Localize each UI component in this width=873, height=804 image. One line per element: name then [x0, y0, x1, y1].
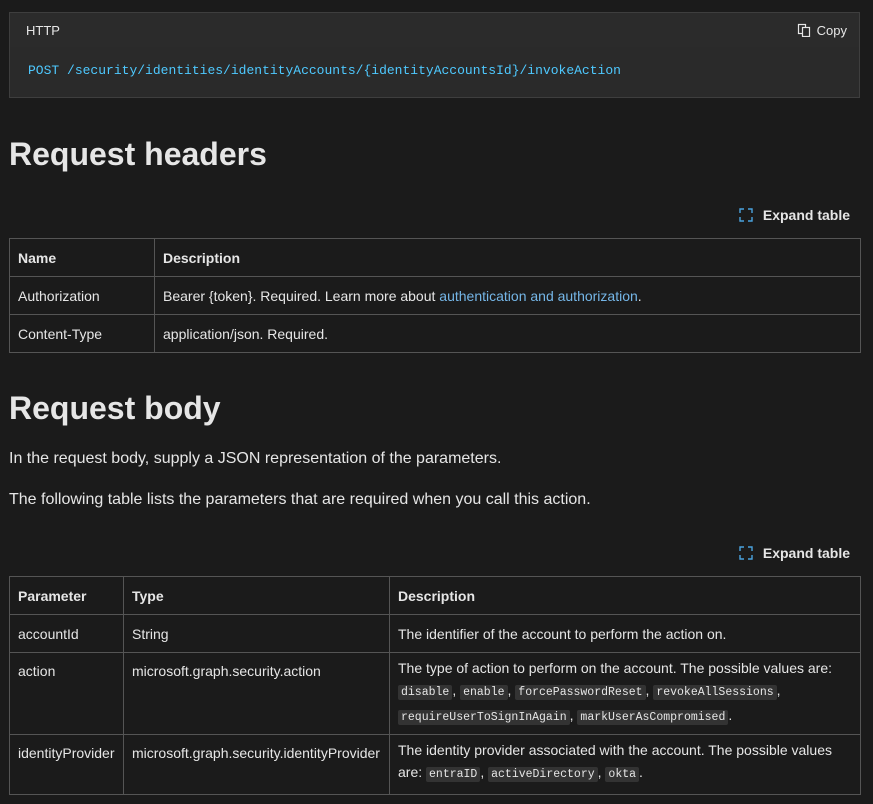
copy-label: Copy [816, 22, 847, 38]
header-name: Authorization [9, 276, 155, 315]
header-description: Bearer {token}. Required. Learn more abo… [154, 276, 861, 315]
value-code: okta [605, 767, 640, 782]
code-block-header: HTTP Copy [10, 13, 859, 47]
expand-icon [739, 546, 753, 560]
http-path: /security/identities/identityAccounts/{i… [67, 63, 621, 78]
request-headers-table: Name Description Authorization Bearer {t… [9, 238, 861, 353]
param-description: The identifier of the account to perform… [389, 614, 861, 653]
code-line: POST /security/identities/identityAccoun… [28, 63, 621, 78]
description-text: . [637, 287, 642, 304]
value-code: activeDirectory [488, 767, 598, 782]
value-code: disable [398, 685, 453, 700]
description-text: The type of action to perform on the acc… [398, 660, 832, 676]
table-row: action microsoft.graph.security.action T… [9, 652, 861, 735]
value-code: forcePasswordReset [515, 685, 646, 700]
value-code: entraID [426, 767, 481, 782]
param-type: String [123, 614, 390, 653]
expand-table-button[interactable]: Expand table [739, 207, 850, 223]
description-text: Bearer {token}. Required. Learn more abo… [163, 287, 440, 304]
request-headers-heading: Request headers [9, 136, 267, 172]
code-block: HTTP Copy POST /security/identities/iden… [9, 12, 860, 98]
table-row: Content-Type application/json. Required. [9, 314, 861, 353]
auth-link[interactable]: authentication and authorization [439, 288, 637, 304]
expand-table-label: Expand table [762, 545, 850, 561]
request-body-heading: Request body [9, 390, 221, 426]
table-row: accountId String The identifier of the a… [9, 614, 861, 653]
value-code: requireUserToSignInAgain [398, 710, 570, 725]
copy-icon [797, 23, 810, 37]
value-code: markUserAsCompromised [577, 710, 729, 725]
copy-button[interactable]: Copy [797, 23, 847, 38]
value-code: enable [460, 685, 508, 700]
table-header-row: Name Description [9, 238, 861, 277]
table-row: Authorization Bearer {token}. Required. … [9, 276, 861, 315]
expand-table-label: Expand table [762, 207, 850, 223]
param-name: accountId [9, 614, 124, 653]
column-header: Name [9, 238, 155, 277]
header-description: application/json. Required. [154, 314, 861, 353]
body-intro: In the request body, supply a JSON repre… [9, 450, 502, 467]
table-header-row: Parameter Type Description [9, 576, 861, 615]
http-method: POST [28, 63, 60, 78]
value-code: revokeAllSessions [653, 685, 777, 700]
parameters-table: Parameter Type Description accountId Str… [9, 576, 861, 795]
param-type: microsoft.graph.security.identityProvide… [123, 734, 390, 795]
header-name: Content-Type [9, 314, 155, 353]
expand-icon [739, 208, 753, 222]
param-name: action [9, 652, 124, 735]
param-name: identityProvider [9, 734, 124, 795]
expand-table-button-2[interactable]: Expand table [739, 545, 850, 561]
column-header: Description [389, 576, 861, 615]
column-header: Type [123, 576, 390, 615]
code-body: POST /security/identities/identityAccoun… [10, 47, 859, 97]
param-description: The type of action to perform on the acc… [389, 652, 861, 735]
column-header: Parameter [9, 576, 124, 615]
code-language-label: HTTP [26, 22, 60, 38]
table-row: identityProvider microsoft.graph.securit… [9, 734, 861, 795]
param-type: microsoft.graph.security.action [123, 652, 390, 735]
column-header: Description [154, 238, 861, 277]
param-description: The identity provider associated with th… [389, 734, 861, 795]
body-intro-2: The following table lists the parameters… [9, 491, 591, 508]
